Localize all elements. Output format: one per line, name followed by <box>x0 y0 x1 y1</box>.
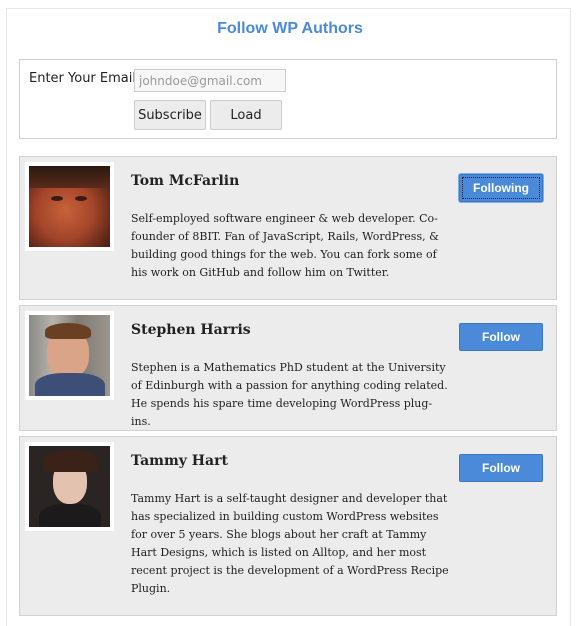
author-bio: Tammy Hart is a self-taught designer and… <box>131 492 449 595</box>
avatar-frame <box>25 442 114 531</box>
author-bio: Stephen is a Mathematics PhD student at … <box>131 361 448 428</box>
email-input[interactable] <box>134 69 286 92</box>
email-label: Enter Your Email <box>29 71 136 86</box>
follow-button[interactable]: Follow <box>459 323 543 351</box>
author-card-tom-mcfarlin: Tom McFarlin Self-employed software engi… <box>19 156 557 300</box>
following-button[interactable]: Following <box>459 174 543 202</box>
subscribe-button[interactable]: Subscribe <box>134 100 206 130</box>
author-name: Stephen Harris <box>131 322 251 338</box>
avatar <box>29 446 110 527</box>
avatar-frame <box>25 311 114 400</box>
widget-title: Follow WP Authors <box>217 20 363 37</box>
author-name: Tammy Hart <box>131 453 228 469</box>
avatar <box>29 315 110 396</box>
author-bio: Self-employed software engineer & web de… <box>131 212 439 279</box>
avatar <box>29 166 110 247</box>
author-card-tammy-hart: Tammy Hart Tammy Hart is a self-taught d… <box>19 436 557 616</box>
avatar-frame <box>25 162 114 251</box>
author-card-stephen-harris: Stephen Harris Stephen is a Mathematics … <box>19 305 557 431</box>
subscribe-form: Enter Your Email Subscribe Load <box>19 59 557 139</box>
load-button[interactable]: Load <box>210 100 282 130</box>
author-name: Tom McFarlin <box>131 173 240 189</box>
follow-button[interactable]: Follow <box>459 454 543 482</box>
